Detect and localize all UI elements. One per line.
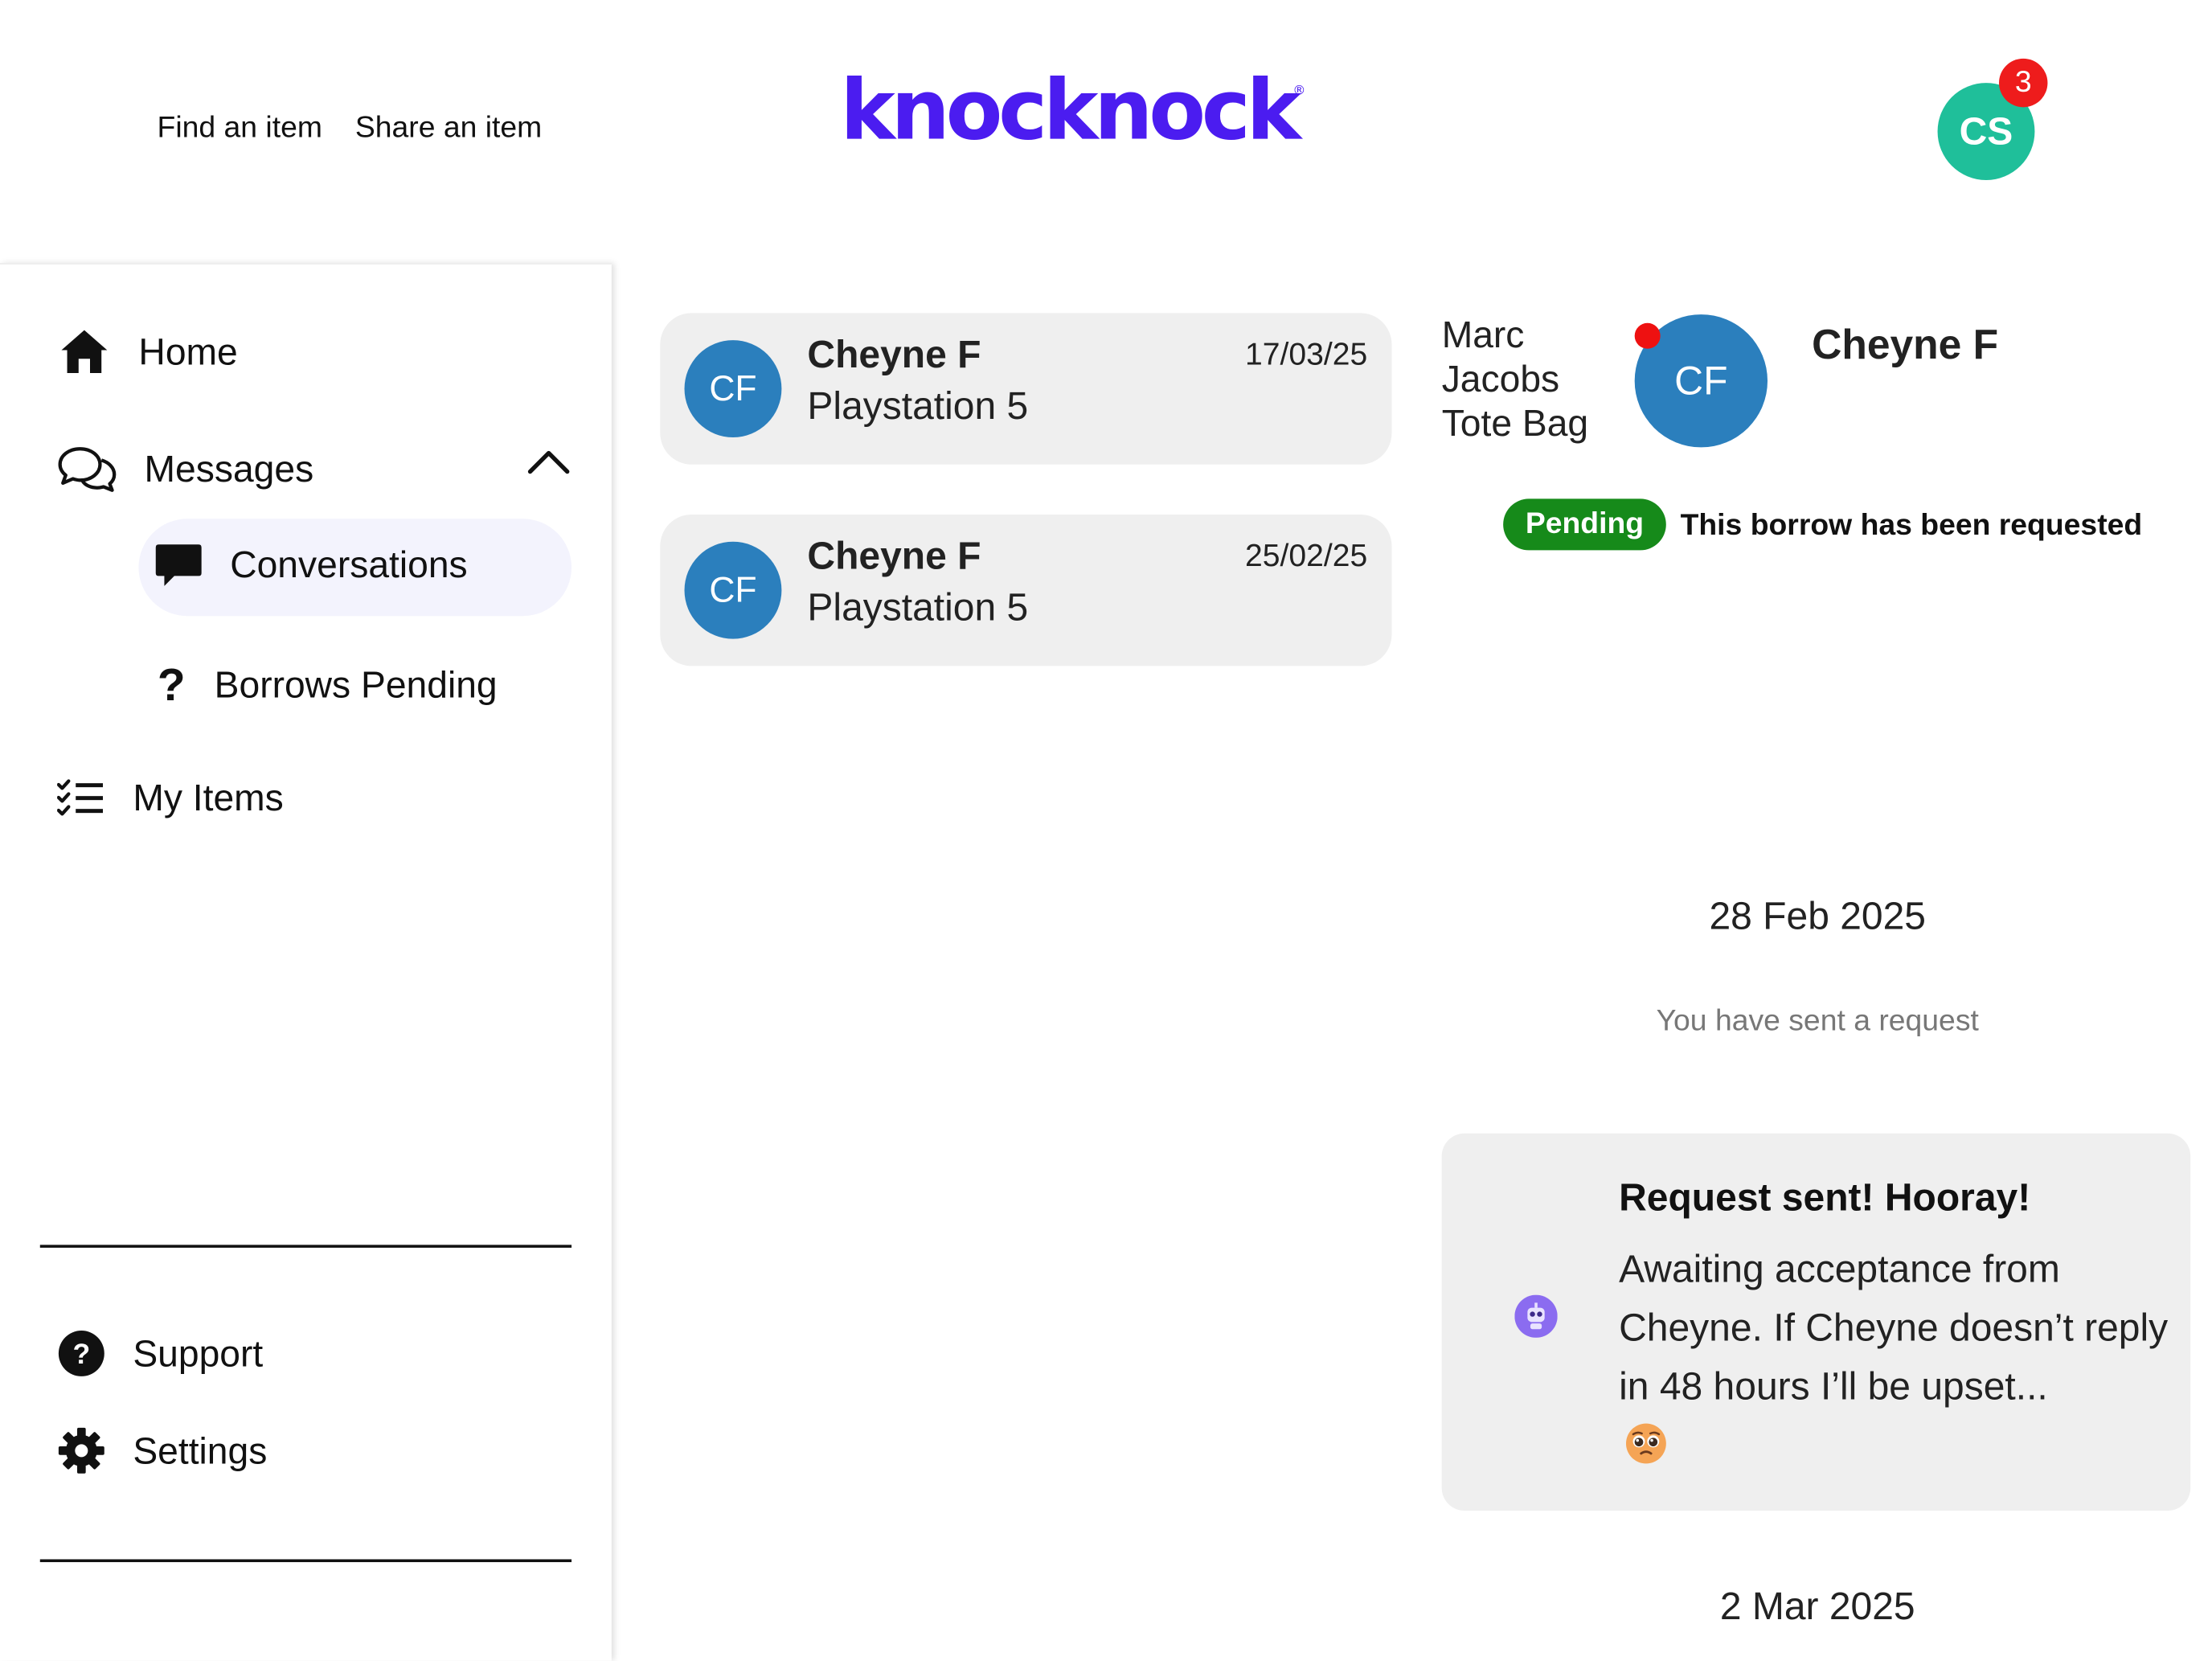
date-separator: 28 Feb 2025 — [1709, 894, 1927, 938]
contact-avatar: CF — [684, 340, 782, 437]
chat-bubbles-icon — [57, 445, 117, 493]
sidebar-label-home: Home — [138, 329, 238, 373]
sidebar-label-settings: Settings — [133, 1428, 268, 1472]
sidebar-label-support: Support — [133, 1331, 264, 1375]
conversation-card[interactable]: CF Cheyne F Playstation 5 25/02/25 — [660, 514, 1392, 666]
sidebar-item-conversations[interactable]: Conversations — [154, 542, 468, 588]
checklist-icon — [57, 778, 105, 818]
help-circle-icon: ? — [57, 1329, 105, 1377]
conversation-card[interactable]: CF Cheyne F Playstation 5 17/03/25 — [660, 313, 1392, 465]
svg-text:?: ? — [72, 1338, 90, 1370]
chevron-up-icon[interactable] — [526, 447, 571, 482]
sidebar-item-my-items[interactable]: My Items — [57, 776, 284, 820]
bot-message-body: Awaiting acceptance from Cheyne. If Chey… — [1619, 1247, 2169, 1409]
home-icon — [57, 327, 112, 375]
find-item-link[interactable]: Find an item — [158, 112, 322, 146]
sidebar-item-borrows-pending[interactable]: ? Borrows Pending — [154, 659, 498, 712]
sidebar: Home Messages Conversations ? Borrows Pe… — [0, 263, 612, 1661]
sidebar-divider — [39, 1559, 572, 1563]
sidebar-item-support[interactable]: ? Support — [57, 1329, 263, 1377]
bot-message: Request sent! Hooray! Awaiting acceptanc… — [1441, 1133, 2191, 1511]
system-message: You have sent a request — [1656, 1004, 1979, 1038]
conversation-date: 25/02/25 — [1245, 537, 1368, 573]
sidebar-item-home[interactable]: Home — [57, 327, 238, 375]
status-badge: Pending — [1503, 498, 1666, 551]
sidebar-label-messages: Messages — [144, 446, 314, 490]
contact-avatar: CF — [684, 541, 782, 639]
sidebar-divider — [39, 1245, 572, 1248]
logo-text: knocknock — [840, 61, 1301, 159]
gear-icon — [57, 1426, 105, 1474]
conversation-item: Playstation 5 — [807, 585, 1029, 630]
notification-badge[interactable]: 3 — [1999, 58, 2048, 108]
pleading-face-emoji-icon — [1624, 1422, 1667, 1465]
conversation-name: Cheyne F — [807, 534, 981, 578]
brand-logo[interactable]: knocknock ® — [840, 68, 1305, 151]
sidebar-label-conversations: Conversations — [230, 542, 468, 585]
date-separator: 2 Mar 2025 — [1719, 1585, 1915, 1628]
question-mark-icon: ? — [157, 658, 186, 711]
sidebar-label-borrows-pending: Borrows Pending — [214, 662, 498, 707]
conversation-item: Playstation 5 — [807, 384, 1029, 428]
sidebar-item-settings[interactable]: Settings — [57, 1426, 267, 1474]
app-root: Find an item Share an item knocknock ® C… — [0, 0, 2212, 1661]
share-item-link[interactable]: Share an item — [355, 112, 542, 146]
bot-message-title: Request sent! Hooray! — [1619, 1176, 2031, 1220]
conversation-name: Cheyne F — [807, 333, 981, 376]
conversation-date: 17/03/25 — [1245, 335, 1368, 372]
sidebar-item-messages[interactable]: Messages — [57, 445, 313, 493]
partner-name[interactable]: Cheyne F — [1812, 323, 1998, 371]
robot-icon — [1514, 1294, 1558, 1338]
item-title[interactable]: Marc Jacobs Tote Bag — [1442, 313, 1613, 445]
online-indicator — [1634, 322, 1661, 349]
sidebar-label-my-items: My Items — [133, 776, 284, 819]
top-nav: Find an item Share an item — [158, 112, 543, 146]
registered-mark: ® — [1292, 84, 1306, 99]
status-text: This borrow has been requested — [1680, 508, 2143, 542]
comment-icon — [154, 542, 203, 588]
